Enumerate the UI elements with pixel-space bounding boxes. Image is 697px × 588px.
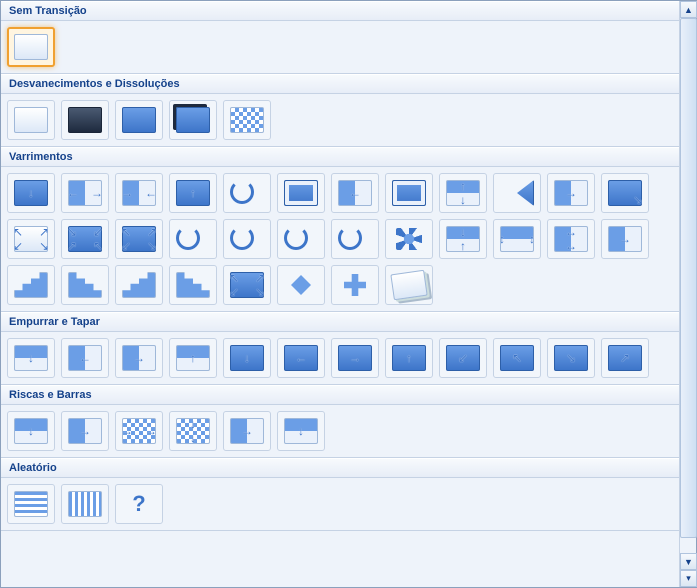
transition-split-horizontal-out[interactable]: ←→ [61,173,109,213]
scroll-up-button[interactable]: ▲ [680,1,697,18]
transition-split-vertical-out[interactable]: ↑↓ [439,173,487,213]
transition-wheel-8-spokes[interactable] [331,219,379,259]
transition-wipe-left[interactable]: ← [331,173,379,213]
transition-push-left[interactable]: ← [61,338,109,378]
transition-none[interactable] [7,27,55,67]
transition-push-down[interactable]: ↓ [7,338,55,378]
transition-dissolve[interactable] [223,100,271,140]
scroll-thumb[interactable] [680,18,697,538]
transition-strips-right-up[interactable] [169,265,217,305]
transition-fade-through-black[interactable] [61,100,109,140]
transition-shape-plus[interactable] [331,265,379,305]
group-header-random: Aleatório [1,458,681,478]
transition-shape-diamond[interactable] [277,265,325,305]
transition-wheel-2-spokes[interactable] [169,219,217,259]
transition-split-vertical-in[interactable]: ↓↑ [439,219,487,259]
transition-shape-diamond-out[interactable]: ↖↗↙↘ [115,219,163,259]
transition-checkerboard-down[interactable]: ↓↓ [169,411,217,451]
transition-comb-horizontal[interactable]: ↕↕ [493,219,541,259]
transition-strips-left-up[interactable] [61,265,109,305]
transition-random-transition[interactable]: ? [115,484,163,524]
group-header-no_transition: Sem Transição [1,1,681,21]
transition-wipe-down[interactable]: ↓ [7,173,55,213]
transition-cut-through-black[interactable] [169,100,217,140]
gallery-menu-button[interactable]: ▾ [680,570,697,587]
transition-wipe-right[interactable]: → [601,219,649,259]
transition-cover-left-down[interactable]: ↙ [439,338,487,378]
transition-push-up[interactable]: ↑ [169,338,217,378]
group-header-wipes: Varrimentos [1,147,681,167]
transition-cover-right-up[interactable]: ↗ [601,338,649,378]
transition-blinds-horizontal[interactable]: ↓ [7,411,55,451]
transition-blinds-vertical[interactable]: → [61,411,109,451]
transition-cover-up[interactable]: ↑ [385,338,433,378]
transition-shape-in[interactable]: ↘↙↗↖ [61,219,109,259]
transition-box-out[interactable] [277,173,325,213]
transition-shape-circle[interactable]: ↖↗↙↘ [223,265,271,305]
transition-strips-left-down[interactable] [7,265,55,305]
transition-checkerboard-across[interactable]: →→ [115,411,163,451]
scrollbar: ▲ ▼ ▾ [679,1,696,587]
transition-cover-left[interactable]: ← [277,338,325,378]
scroll-down-button[interactable]: ▼ [680,553,697,570]
transition-cover-down[interactable]: ↓ [223,338,271,378]
transition-comb-vertical[interactable]: ↔↔ [547,219,595,259]
transition-wedge[interactable] [493,173,541,213]
transition-box-in[interactable] [385,173,433,213]
transition-cover-right-down[interactable]: ↘ [547,338,595,378]
transition-uncover-left-down[interactable]: ↘ [601,173,649,213]
transition-uncover-right[interactable]: → [547,173,595,213]
transition-split-horizontal-in[interactable]: →← [115,173,163,213]
transition-fade-smoothly[interactable] [7,100,55,140]
group-header-fades: Desvanecimentos e Dissoluções [1,74,681,94]
transition-strips-right-down[interactable] [115,265,163,305]
transition-comb-vertical-2[interactable]: ↓ [277,411,325,451]
transitions-gallery: Sem Transição Desvanecimentos e Dissoluçõ… [1,1,681,587]
transition-push-right[interactable]: → [115,338,163,378]
transition-cover-right[interactable]: → [331,338,379,378]
transition-shape-out[interactable]: ↖↗↙↘ [7,219,55,259]
group-header-push_cover: Empurrar e Tapar [1,312,681,332]
transition-comb-horizontal-2[interactable]: → [223,411,271,451]
transition-wheel-3-spokes[interactable] [223,219,271,259]
transition-random-bars-horizontal[interactable] [7,484,55,524]
transition-random-transition-photo[interactable] [385,265,433,305]
transition-wheel-1-spoke[interactable] [223,173,271,213]
transition-newsflash[interactable] [385,219,433,259]
transition-random-bars-vertical[interactable] [61,484,109,524]
transition-cut[interactable] [115,100,163,140]
transition-wipe-up[interactable]: ↑ [169,173,217,213]
transition-wheel-4-spokes[interactable] [277,219,325,259]
group-header-stripes_bars: Riscas e Barras [1,385,681,405]
transition-cover-left-up[interactable]: ↖ [493,338,541,378]
